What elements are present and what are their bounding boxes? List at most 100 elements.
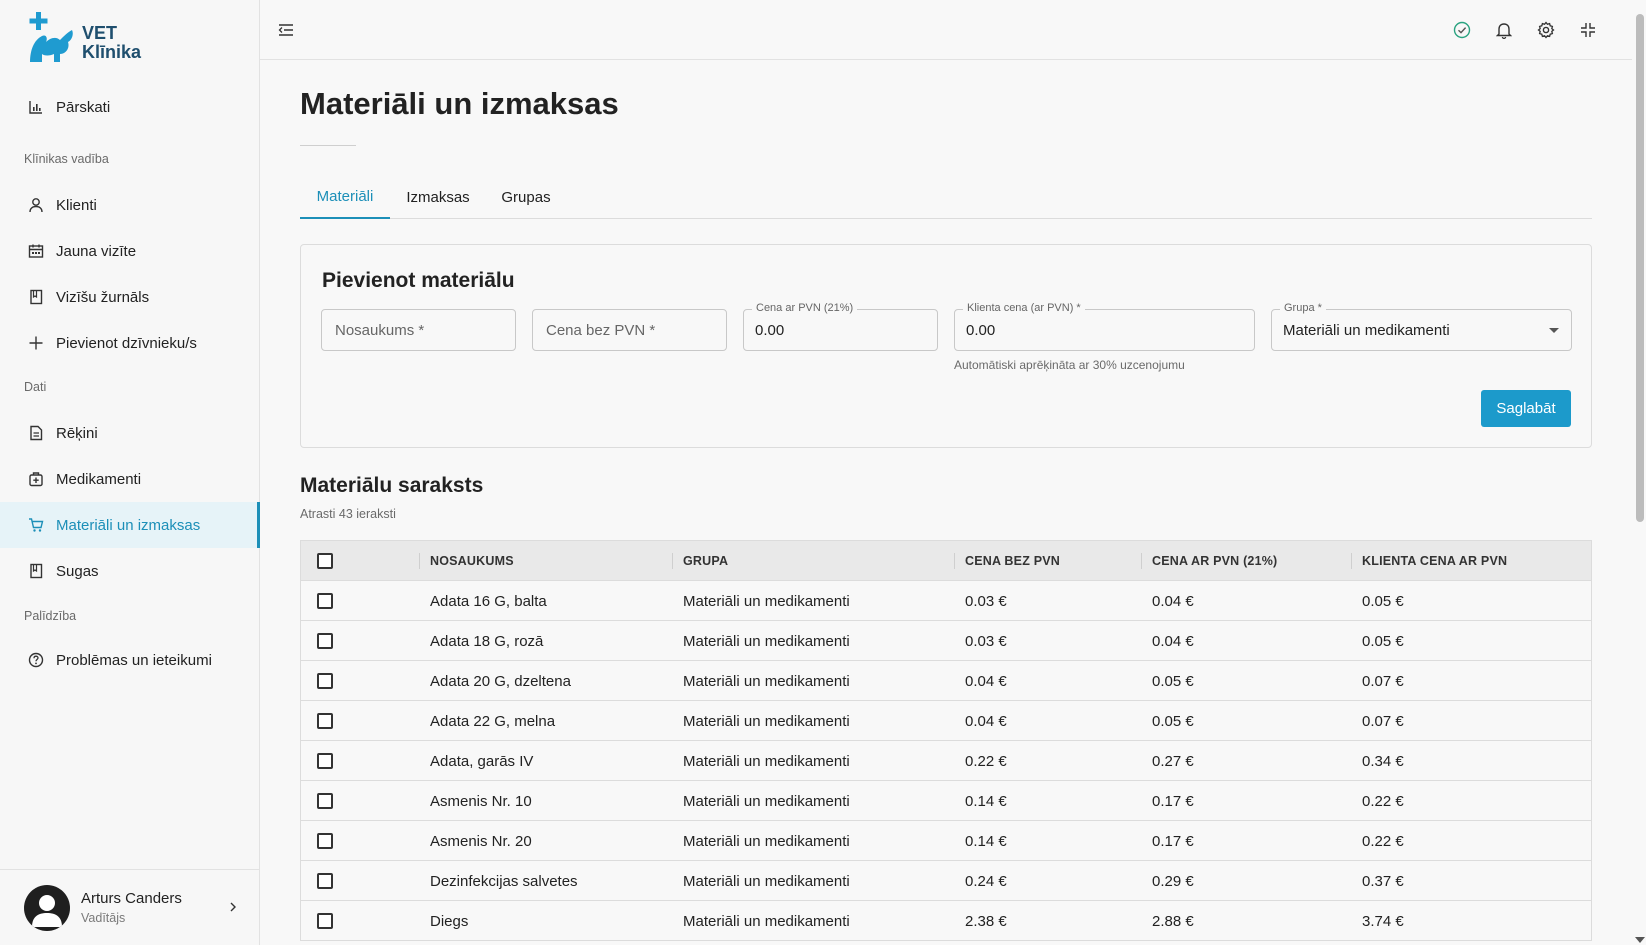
scrollbar-thumb[interactable] <box>1636 14 1644 522</box>
sidebar-item-visit-log[interactable]: Vizīšu žurnāls <box>0 274 260 320</box>
cell-vat-price: 0.17 € <box>1152 793 1194 810</box>
row-checkbox[interactable] <box>317 873 333 889</box>
table-row[interactable]: Adata 20 G, dzeltena Materiāli un medika… <box>301 661 1591 701</box>
tab-materials[interactable]: Materiāli <box>300 176 390 219</box>
cart-icon <box>27 516 45 534</box>
logo-text: VET Klīnika <box>82 24 141 62</box>
cell-client-price: 0.05 € <box>1362 593 1404 610</box>
cell-name: Asmenis Nr. 10 <box>430 793 532 810</box>
page-title: Materiāli un izmaksas <box>300 86 619 121</box>
sidebar-item-invoices[interactable]: Rēķini <box>0 410 260 456</box>
section-data: Dati <box>24 380 47 394</box>
row-checkbox[interactable] <box>317 593 333 609</box>
record-count: Atrasti 43 ieraksti <box>300 507 396 521</box>
col-price[interactable]: CENA BEZ PVN <box>965 554 1060 568</box>
row-checkbox[interactable] <box>317 633 333 649</box>
tab-groups[interactable]: Grupas <box>486 176 566 219</box>
select-all-checkbox[interactable] <box>317 553 333 569</box>
sidebar-item-label: Klienti <box>56 196 97 214</box>
sidebar-item-issues[interactable]: Problēmas un ieteikumi <box>0 637 260 683</box>
cell-price: 0.24 € <box>965 873 1007 890</box>
user-profile[interactable]: Arturs Canders Vadītājs <box>0 869 260 945</box>
check-circle-icon[interactable] <box>1451 19 1473 41</box>
list-title: Materiālu saraksts <box>300 474 484 497</box>
cell-name: Diegs <box>430 913 469 930</box>
col-client-price[interactable]: KLIENTA CENA AR PVN <box>1362 554 1507 568</box>
sidebar-item-species[interactable]: Sugas <box>0 548 260 594</box>
table-row[interactable]: Adata 22 G, melna Materiāli un medikamen… <box>301 701 1591 741</box>
name-field[interactable]: Nosaukums * <box>321 309 516 351</box>
group-select[interactable]: Grupa * Materiāli un medikamenti <box>1271 302 1572 351</box>
tab-costs[interactable]: Izmaksas <box>390 176 486 219</box>
sidebar-item-add-animal[interactable]: Pievienot dzīvnieku/s <box>0 320 260 366</box>
sidebar-item-clients[interactable]: Klienti <box>0 182 260 228</box>
column-divider <box>672 553 673 569</box>
vat-field-label: Cena ar PVN (21%) <box>752 302 858 314</box>
row-checkbox[interactable] <box>317 913 333 929</box>
fullscreen-exit-icon[interactable] <box>1577 19 1599 41</box>
cell-group: Materiāli un medikamenti <box>683 713 850 730</box>
sidebar-item-new-visit[interactable]: Jauna vizīte <box>0 228 260 274</box>
table-row[interactable]: Adata, garās IV Materiāli un medikamenti… <box>301 741 1591 781</box>
vat-field-value: 0.00 <box>755 322 785 339</box>
client-price-field[interactable]: Klienta cena (ar PVN) * 0.00 <box>954 302 1255 351</box>
table-row[interactable]: Asmenis Nr. 10 Materiāli un medikamenti … <box>301 781 1591 821</box>
cell-client-price: 0.07 € <box>1362 713 1404 730</box>
add-material-form: Pievienot materiālu Nosaukums * Cena bez… <box>300 244 1592 448</box>
col-group[interactable]: GRUPA <box>683 554 728 568</box>
user-name: Arturs Canders <box>81 890 182 907</box>
menu-collapse-icon[interactable] <box>275 19 297 41</box>
brand-line1: VET <box>82 23 118 43</box>
table-row[interactable]: Asmenis Nr. 20 Materiāli un medikamenti … <box>301 821 1591 861</box>
sidebar-item-label: Vizīšu žurnāls <box>56 288 150 306</box>
cell-price: 0.14 € <box>965 793 1007 810</box>
cell-vat-price: 0.27 € <box>1152 753 1194 770</box>
book-icon <box>27 288 45 306</box>
cell-price: 0.03 € <box>965 633 1007 650</box>
cell-client-price: 0.22 € <box>1362 793 1404 810</box>
group-field-value: Materiāli un medikamenti <box>1283 322 1450 339</box>
sidebar-item-reports[interactable]: Pārskati <box>0 84 260 130</box>
sidebar-item-label: Problēmas un ieteikumi <box>56 651 212 669</box>
save-button[interactable]: Saglabāt <box>1481 390 1571 427</box>
sidebar-item-medicines[interactable]: Medikamenti <box>0 456 260 502</box>
column-divider <box>419 553 420 569</box>
row-checkbox[interactable] <box>317 753 333 769</box>
cell-client-price: 0.37 € <box>1362 873 1404 890</box>
cell-group: Materiāli un medikamenti <box>683 913 850 930</box>
logo[interactable]: VET Klīnika <box>26 8 141 64</box>
row-checkbox[interactable] <box>317 673 333 689</box>
price-with-vat-field[interactable]: Cena ar PVN (21%) 0.00 <box>743 302 938 351</box>
cell-vat-price: 0.29 € <box>1152 873 1194 890</box>
col-name[interactable]: NOSAUKUMS <box>430 554 514 568</box>
sidebar-item-label: Medikamenti <box>56 470 142 488</box>
section-management: Klīnikas vadība <box>24 152 109 166</box>
col-vat-price[interactable]: CENA AR PVN (21%) <box>1152 554 1277 568</box>
cell-vat-price: 0.05 € <box>1152 713 1194 730</box>
cell-name: Adata 16 G, balta <box>430 593 547 610</box>
user-info: Arturs Canders Vadītājs <box>81 890 182 925</box>
column-divider <box>954 553 955 569</box>
column-divider <box>1141 553 1142 569</box>
page-scrollbar[interactable] <box>1632 0 1646 945</box>
row-checkbox[interactable] <box>317 793 333 809</box>
cell-name: Asmenis Nr. 20 <box>430 833 532 850</box>
chevron-right-icon[interactable] <box>228 900 238 918</box>
title-divider <box>300 145 356 146</box>
price-without-vat-field[interactable]: Cena bez PVN * <box>532 309 727 351</box>
cell-price: 0.04 € <box>965 713 1007 730</box>
scroll-down-arrow-icon[interactable] <box>1635 937 1645 943</box>
bell-icon[interactable] <box>1493 19 1515 41</box>
gear-icon[interactable] <box>1535 19 1557 41</box>
row-checkbox[interactable] <box>317 833 333 849</box>
cell-vat-price: 0.17 € <box>1152 833 1194 850</box>
table-row[interactable]: Adata 18 G, rozā Materiāli un medikament… <box>301 621 1591 661</box>
row-checkbox[interactable] <box>317 713 333 729</box>
sidebar-item-label: Jauna vizīte <box>56 242 137 260</box>
table-row[interactable]: Adata 16 G, balta Materiāli un medikamen… <box>301 581 1591 621</box>
cell-client-price: 0.07 € <box>1362 673 1404 690</box>
sidebar-item-materials[interactable]: Materiāli un izmaksas <box>0 502 260 548</box>
table-row[interactable]: Dezinfekcijas salvetes Materiāli un medi… <box>301 861 1591 901</box>
table-row[interactable]: Diegs Materiāli un medikamenti 2.38 € 2.… <box>301 901 1591 941</box>
cell-group: Materiāli un medikamenti <box>683 873 850 890</box>
